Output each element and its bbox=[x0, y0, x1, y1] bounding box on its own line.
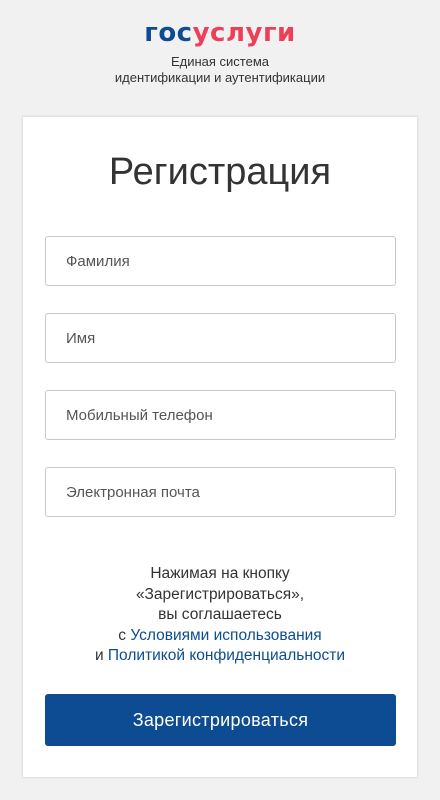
consent-line-3: вы соглашаетесь bbox=[158, 606, 282, 623]
email-field[interactable] bbox=[45, 467, 396, 517]
first-name-field[interactable] bbox=[45, 313, 396, 363]
terms-of-use-link[interactable]: Условиями использования bbox=[130, 627, 321, 644]
header: госуслуги Единая система идентификации и… bbox=[0, 0, 440, 110]
consent-line-5: и Политикой конфиденциальности bbox=[0, 646, 440, 667]
privacy-policy-link[interactable]: Политикой конфиденциальности bbox=[108, 647, 345, 664]
last-name-field[interactable] bbox=[45, 236, 396, 286]
privacy-prefix: и bbox=[94, 647, 108, 664]
terms-prefix: с bbox=[118, 626, 131, 644]
gosuslugi-logo[interactable]: госуслуги bbox=[0, 18, 440, 48]
logo-part-uslugi: услуги bbox=[192, 18, 296, 48]
consent-line-1: Нажимая на кнопку bbox=[150, 565, 290, 582]
brand-subtitle: Единая система идентификации и аутентифи… bbox=[0, 54, 440, 86]
subtitle-line-1: Единая система bbox=[170, 54, 270, 69]
consent-line-4: с Условиями использования bbox=[0, 626, 440, 647]
consent-line-2: «Зарегистрироваться», bbox=[135, 585, 305, 603]
consent-text: Нажимая на кнопку «Зарегистрироваться», … bbox=[0, 564, 440, 667]
logo-part-gos: гос bbox=[144, 18, 193, 48]
page-title: Регистрация bbox=[108, 151, 332, 193]
mobile-phone-field[interactable] bbox=[45, 390, 396, 440]
register-button[interactable]: Зарегистрироваться bbox=[45, 694, 396, 746]
subtitle-line-2: идентификации и аутентификации bbox=[114, 70, 326, 85]
registration-card bbox=[22, 116, 418, 778]
